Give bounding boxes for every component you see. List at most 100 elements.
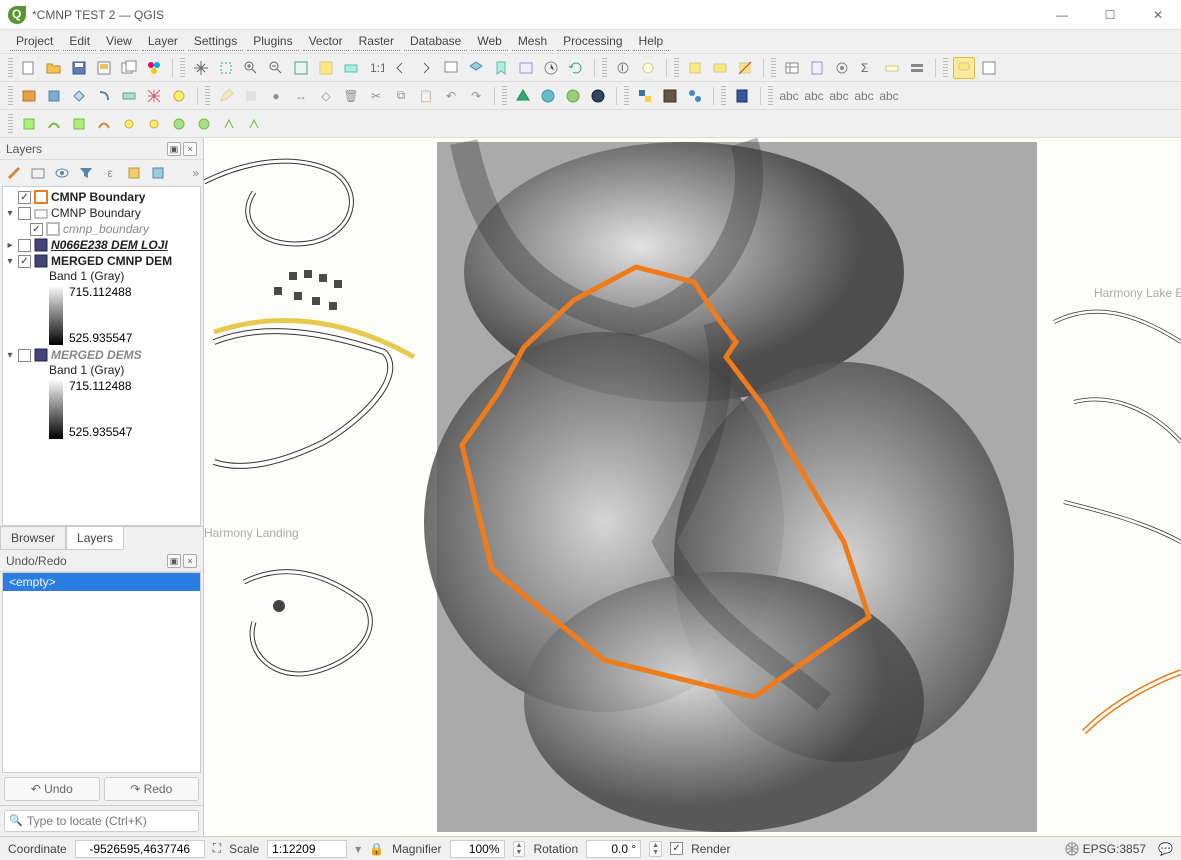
menu-plugins[interactable]: Plugins: [247, 32, 298, 51]
layout-manager-icon[interactable]: [118, 57, 140, 79]
add-feature-icon[interactable]: ●: [265, 85, 287, 107]
messages-icon[interactable]: 💬: [1158, 842, 1173, 856]
label-icon[interactable]: abc: [778, 85, 800, 107]
new-shapefile-icon[interactable]: [68, 85, 90, 107]
new-spatialite-icon[interactable]: [93, 85, 115, 107]
modeler-icon[interactable]: [659, 85, 681, 107]
grass-icon[interactable]: [537, 85, 559, 107]
redo-edits-icon[interactable]: ↷: [465, 85, 487, 107]
scale-input[interactable]: [267, 840, 347, 858]
layer-row-merged-dems[interactable]: ▾ MERGED DEMS: [3, 347, 200, 363]
lrs-6-icon[interactable]: [143, 113, 165, 135]
zoom-last-icon[interactable]: [390, 57, 412, 79]
undo-list-item[interactable]: <empty>: [3, 573, 200, 591]
lrs-9-icon[interactable]: [218, 113, 240, 135]
globe-icon[interactable]: [1065, 842, 1079, 856]
map-canvas[interactable]: Harmony Landing Harmony Lake Estates: [204, 138, 1181, 836]
lrs-10-icon[interactable]: [243, 113, 265, 135]
menu-database[interactable]: Database: [404, 32, 467, 51]
move-feature-icon[interactable]: ↔: [290, 85, 312, 107]
zoom-in-icon[interactable]: [240, 57, 262, 79]
tab-browser[interactable]: Browser: [0, 527, 66, 550]
text-annotation-icon[interactable]: [978, 57, 1000, 79]
label-icon-2[interactable]: abc: [803, 85, 825, 107]
new-layout-icon[interactable]: [93, 57, 115, 79]
layer-tree[interactable]: ✓ CMNP Boundary ▾ CMNP Boundary ✓ cmnp_b…: [2, 186, 201, 526]
refresh-icon[interactable]: [565, 57, 587, 79]
menu-raster[interactable]: Raster: [353, 32, 400, 51]
label-icon-4[interactable]: abc: [853, 85, 875, 107]
rotation-spinner[interactable]: ▲▼: [649, 841, 662, 857]
minimize-button[interactable]: —: [1047, 8, 1077, 22]
menu-mesh[interactable]: Mesh: [512, 32, 553, 51]
stats-icon[interactable]: Σ: [856, 57, 878, 79]
measure-icon[interactable]: [881, 57, 903, 79]
lrs-1-icon[interactable]: [18, 113, 40, 135]
new-geopackage-icon[interactable]: [43, 85, 65, 107]
python-console-icon[interactable]: [634, 85, 656, 107]
menu-help[interactable]: Help: [633, 32, 670, 51]
action-icon[interactable]: [637, 57, 659, 79]
tab-layers[interactable]: Layers: [66, 527, 124, 550]
locator-input[interactable]: [4, 810, 199, 832]
lrs-3-icon[interactable]: [68, 113, 90, 135]
magnifier-spinner[interactable]: ▲▼: [513, 841, 526, 857]
deselect-icon[interactable]: [734, 57, 756, 79]
filter-legend-icon[interactable]: [76, 163, 96, 183]
temporal-icon[interactable]: [540, 57, 562, 79]
gdal-icon[interactable]: [562, 85, 584, 107]
new-mesh-icon[interactable]: [143, 85, 165, 107]
menu-vector[interactable]: Vector: [303, 32, 349, 51]
chevron-down-icon[interactable]: ▾: [355, 842, 361, 856]
extent-icon[interactable]: ⛶: [213, 841, 221, 856]
new-3d-view-icon[interactable]: [465, 57, 487, 79]
save-edits-icon[interactable]: [240, 85, 262, 107]
open-attr-table-icon[interactable]: [781, 57, 803, 79]
layer-row-cmnp-boundary-sub[interactable]: ✓ cmnp_boundary: [3, 221, 200, 237]
zoom-out-icon[interactable]: [265, 57, 287, 79]
layer-row-merged-cmnp-dem[interactable]: ▾✓ MERGED CMNP DEM: [3, 253, 200, 269]
lrs-7-icon[interactable]: [168, 113, 190, 135]
style-manager-icon[interactable]: [143, 57, 165, 79]
menu-project[interactable]: Project: [10, 32, 59, 51]
copy-features-icon[interactable]: ⧉: [390, 85, 412, 107]
close-button[interactable]: ✕: [1143, 8, 1173, 22]
history-icon[interactable]: [684, 85, 706, 107]
zoom-layer-icon[interactable]: [340, 57, 362, 79]
select-features-icon[interactable]: [684, 57, 706, 79]
manage-visibility-icon[interactable]: [52, 163, 72, 183]
collapse-all-icon[interactable]: [148, 163, 168, 183]
maximize-button[interactable]: ☐: [1095, 8, 1125, 22]
layer-row-cmnp-boundary[interactable]: ✓ CMNP Boundary: [3, 189, 200, 205]
select-value-icon[interactable]: [709, 57, 731, 79]
measure-menu-icon[interactable]: [906, 57, 928, 79]
lrs-2-icon[interactable]: [43, 113, 65, 135]
rotation-input[interactable]: [586, 840, 641, 858]
expression-filter-icon[interactable]: ε: [100, 163, 120, 183]
menu-edit[interactable]: Edit: [63, 32, 96, 51]
coord-input[interactable]: [75, 840, 205, 858]
new-bookmark-icon[interactable]: [490, 57, 512, 79]
panel-close-button[interactable]: ×: [183, 554, 197, 568]
add-group-icon[interactable]: [28, 163, 48, 183]
cut-features-icon[interactable]: ✂: [365, 85, 387, 107]
delete-selected-icon[interactable]: 🗑: [340, 85, 362, 107]
pan-icon[interactable]: [190, 57, 212, 79]
save-project-icon[interactable]: [68, 57, 90, 79]
new-map-view-icon[interactable]: [440, 57, 462, 79]
pan-selection-icon[interactable]: [215, 57, 237, 79]
paste-features-icon[interactable]: 📋: [415, 85, 437, 107]
label-icon-5[interactable]: abc: [878, 85, 900, 107]
panel-float-button[interactable]: ▣: [167, 142, 181, 156]
lrs-4-icon[interactable]: [93, 113, 115, 135]
field-calc-icon[interactable]: [806, 57, 828, 79]
zoom-native-icon[interactable]: 1:1: [365, 57, 387, 79]
maptips-icon[interactable]: [953, 57, 975, 79]
lock-icon[interactable]: 🔒: [369, 842, 384, 856]
panel-float-button[interactable]: ▣: [167, 554, 181, 568]
identify-icon[interactable]: i: [612, 57, 634, 79]
help-contents-icon[interactable]: [731, 85, 753, 107]
toggle-editing-icon[interactable]: [215, 85, 237, 107]
lrs-8-icon[interactable]: [193, 113, 215, 135]
lrs-5-icon[interactable]: [118, 113, 140, 135]
